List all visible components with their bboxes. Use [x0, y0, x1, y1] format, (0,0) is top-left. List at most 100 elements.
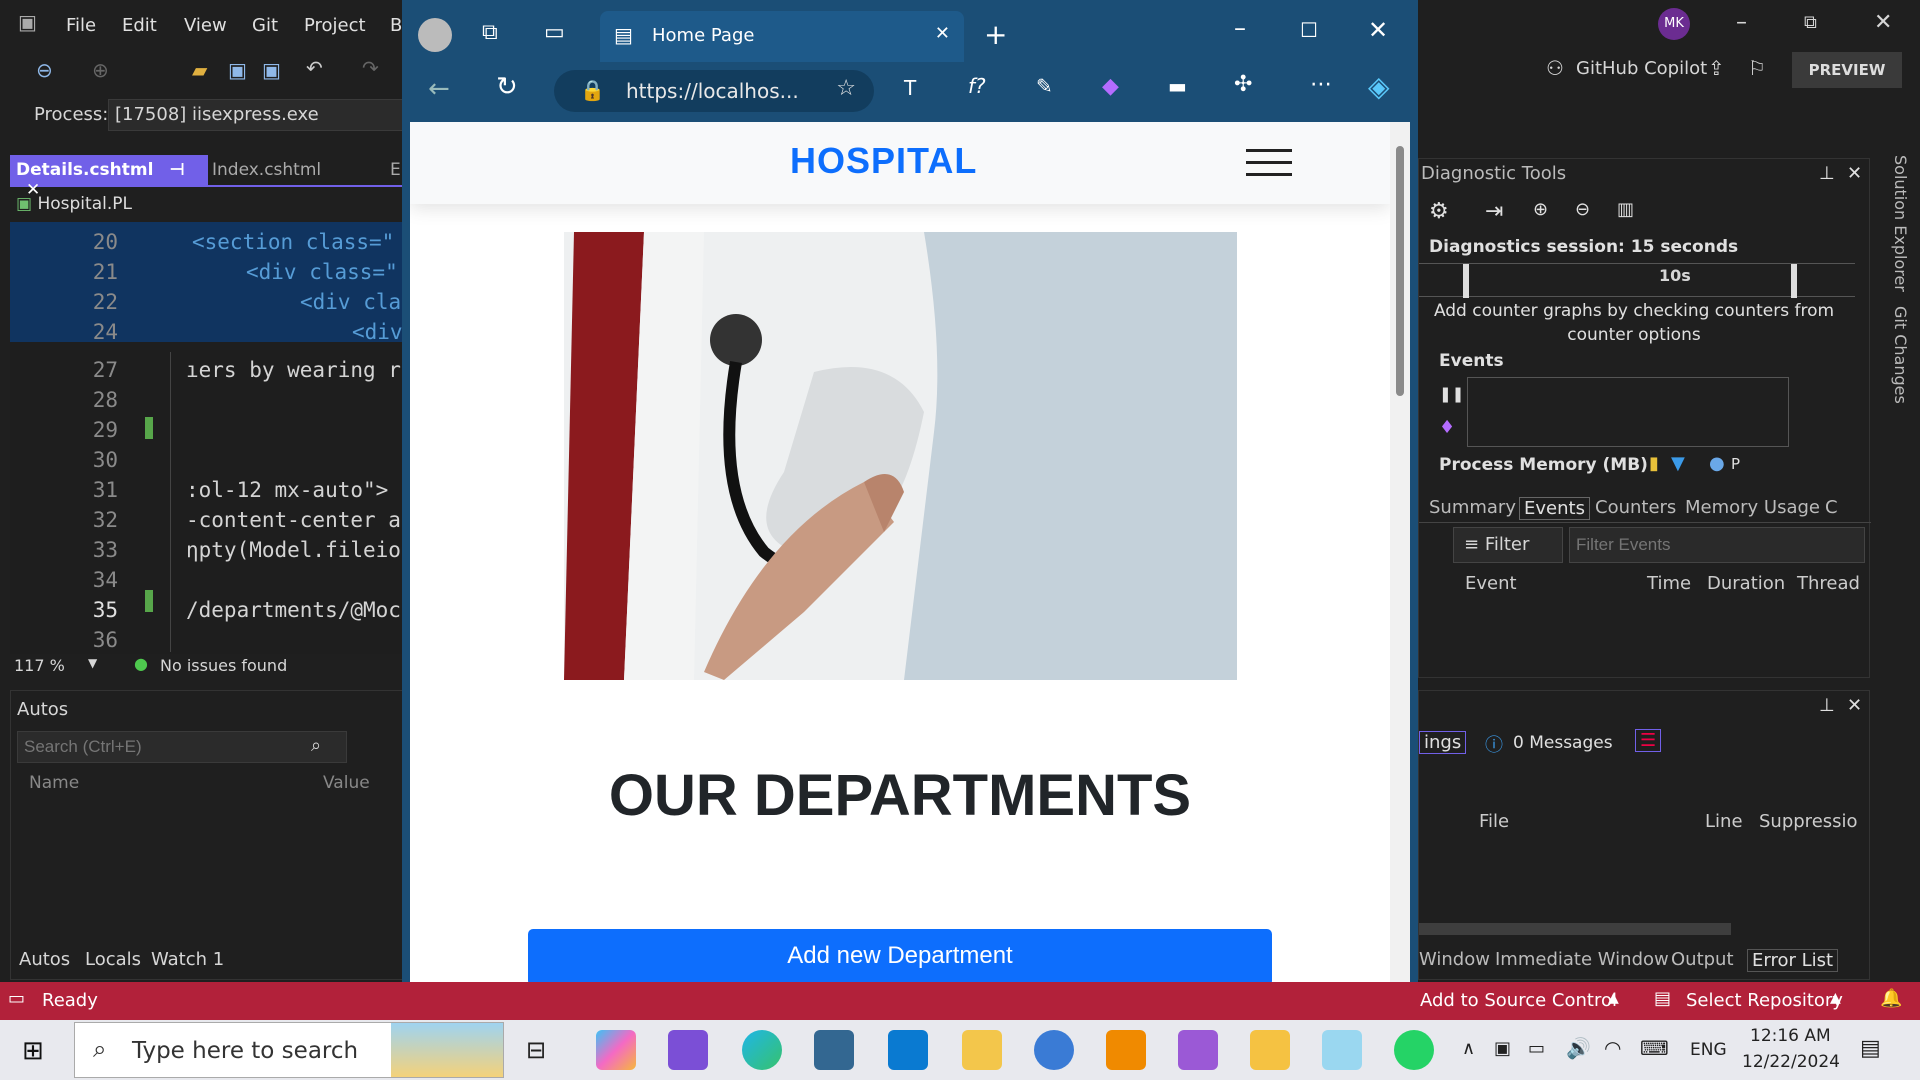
close-tab-icon[interactable]: ✕ — [935, 23, 950, 44]
tab-summary[interactable]: Summary — [1429, 497, 1516, 518]
autos-search-input[interactable] — [17, 731, 347, 763]
chevron-up-icon[interactable]: ▲ — [1830, 990, 1841, 1006]
tab-output[interactable]: Output — [1671, 949, 1734, 970]
warnings-filter[interactable]: ings — [1419, 731, 1467, 754]
zoom-level[interactable]: 117 % — [14, 656, 65, 675]
events-section-title[interactable]: Events — [1439, 351, 1504, 371]
tab-more[interactable]: C — [1825, 497, 1838, 518]
add-source-control[interactable]: Add to Source Control — [1420, 990, 1617, 1011]
filter-button[interactable]: ≡ Filter — [1453, 527, 1563, 563]
tab-watch1[interactable]: Watch 1 — [151, 949, 224, 970]
language-indicator[interactable]: ENG — [1690, 1040, 1727, 1060]
col-thread[interactable]: Thread — [1797, 573, 1860, 594]
pin-icon[interactable]: ⊥ — [1819, 695, 1835, 716]
copilot-icon[interactable]: ⚇ — [1546, 56, 1564, 80]
task-view-icon[interactable]: ⊟ — [526, 1036, 546, 1064]
code-line[interactable]: ıers by wearing r — [186, 358, 401, 382]
zoom-out-icon[interactable]: ⊖ — [1575, 199, 1590, 220]
copilot-icon[interactable]: ◈ — [1368, 70, 1390, 103]
pause-icon[interactable]: ❚❚ — [1439, 385, 1464, 403]
menu-git[interactable]: Git — [252, 15, 278, 36]
scrollbar-thumb[interactable] — [1396, 146, 1404, 396]
site-brand[interactable]: HOSPITAL — [790, 140, 977, 182]
col-line[interactable]: Line — [1705, 811, 1743, 832]
workspaces-icon[interactable]: ⧉ — [482, 20, 498, 45]
menu-file[interactable]: File — [66, 15, 96, 36]
menu-project[interactable]: Project — [304, 15, 366, 36]
formula-icon[interactable]: f? — [968, 74, 986, 98]
chevron-down-icon[interactable]: ▼ — [88, 656, 97, 670]
tab-actions-icon[interactable]: ▭ — [544, 20, 565, 45]
visual-studio-icon[interactable] — [668, 1030, 708, 1070]
user-avatar[interactable]: MK — [1658, 8, 1690, 40]
profile-icon[interactable] — [418, 18, 452, 52]
clock-date[interactable]: 12/22/2024 — [1742, 1052, 1840, 1072]
code-line[interactable]: <section class=" — [192, 230, 394, 254]
preview-badge[interactable]: PREVIEW — [1792, 52, 1902, 88]
chart-icon[interactable]: ▥ — [1617, 199, 1634, 220]
tab-memory-usage[interactable]: Memory Usage — [1685, 497, 1820, 518]
menu-build[interactable]: B — [390, 15, 402, 36]
zoom-in-icon[interactable]: ⊕ — [1533, 199, 1548, 220]
file-explorer-icon[interactable] — [1250, 1030, 1290, 1070]
address-bar[interactable]: 🔒 https://localhos... ☆ — [554, 70, 874, 112]
code-line[interactable]: :ol-12 mx-auto"> — [186, 478, 388, 502]
visual-studio-preview-icon[interactable] — [1178, 1030, 1218, 1070]
tab-third[interactable]: E — [390, 160, 401, 180]
process-memory-title[interactable]: Process Memory (MB) — [1439, 455, 1648, 475]
extension-purple-icon[interactable]: ◆ — [1102, 74, 1119, 99]
filter-events-input[interactable] — [1569, 527, 1865, 563]
open-file-icon[interactable]: ▰ — [192, 58, 207, 82]
reader-icon[interactable]: T — [904, 76, 916, 100]
tab-immediate[interactable]: Immediate Window — [1495, 949, 1669, 970]
keyboard-icon[interactable]: ⌨ — [1640, 1036, 1669, 1060]
battery-icon[interactable]: ▭ — [1528, 1038, 1545, 1059]
code-line[interactable]: ηpty(Model.fileio — [186, 538, 401, 562]
tab-locals[interactable]: Locals — [85, 949, 141, 970]
messages-filter[interactable]: 0 Messages — [1513, 733, 1613, 753]
select-repository[interactable]: Select Repository — [1686, 990, 1843, 1011]
code-line[interactable]: <div — [352, 320, 403, 344]
new-tab-icon[interactable]: + — [984, 18, 1007, 51]
copilot-app-icon[interactable] — [596, 1030, 636, 1070]
export-icon[interactable]: ⇥ — [1485, 199, 1503, 224]
project-selector[interactable]: ▣ Hospital.PL — [10, 194, 410, 220]
postgres-icon[interactable] — [814, 1030, 854, 1070]
search-icon[interactable]: ⌕ — [311, 735, 321, 756]
col-time[interactable]: Time — [1647, 573, 1691, 594]
maximize-icon[interactable]: ☐ — [1300, 18, 1318, 42]
browser-tab-home[interactable]: ▤ Home Page ✕ — [600, 11, 964, 62]
volume-icon[interactable]: 🔊 — [1566, 1036, 1591, 1060]
undo-icon[interactable]: ↶ — [306, 56, 323, 80]
snip-tool-icon[interactable] — [962, 1030, 1002, 1070]
tab-index[interactable]: Index.cshtml — [212, 160, 321, 180]
close-icon[interactable]: ✕ — [1847, 695, 1862, 716]
side-tab-git-changes[interactable]: Git Changes — [1880, 306, 1910, 416]
refresh-icon[interactable]: ↻ — [496, 72, 518, 102]
hamburger-menu-icon[interactable] — [1246, 149, 1292, 185]
extensions-icon[interactable]: ✣ — [1234, 72, 1252, 97]
whatsapp-icon[interactable] — [1394, 1030, 1434, 1070]
screencast-icon[interactable]: ▬ — [1168, 74, 1187, 98]
vlc-icon[interactable] — [1106, 1030, 1146, 1070]
clock-time[interactable]: 12:16 AM — [1750, 1026, 1831, 1046]
menu-edit[interactable]: Edit — [122, 15, 157, 36]
notepad-icon[interactable] — [1322, 1030, 1362, 1070]
share-icon[interactable]: ⇪ — [1708, 56, 1725, 80]
tray-app-icon[interactable]: ▣ — [1494, 1038, 1511, 1059]
notifications-icon[interactable]: ▤ — [1860, 1036, 1881, 1061]
code-line[interactable]: <div class=" — [246, 260, 398, 284]
col-suppression[interactable]: Suppressio — [1759, 811, 1858, 832]
restore-icon[interactable]: ⧉ — [1804, 12, 1817, 33]
col-file[interactable]: File — [1479, 811, 1509, 832]
close-icon[interactable]: ✕ — [1874, 10, 1892, 35]
add-department-button[interactable]: Add new Department — [528, 929, 1272, 986]
eyedropper-icon[interactable]: ✎ — [1036, 74, 1053, 98]
intellitrace-icon[interactable]: ♦ — [1439, 417, 1455, 438]
notification-bell-icon[interactable]: 🔔 — [1880, 988, 1902, 1009]
tab-window[interactable]: Window — [1419, 949, 1490, 970]
settings-gear-icon[interactable]: ⚙ — [1429, 199, 1449, 224]
minimize-icon[interactable]: – — [1736, 10, 1747, 35]
vscode-icon[interactable] — [888, 1030, 928, 1070]
more-icon[interactable]: ⋯ — [1310, 72, 1332, 97]
